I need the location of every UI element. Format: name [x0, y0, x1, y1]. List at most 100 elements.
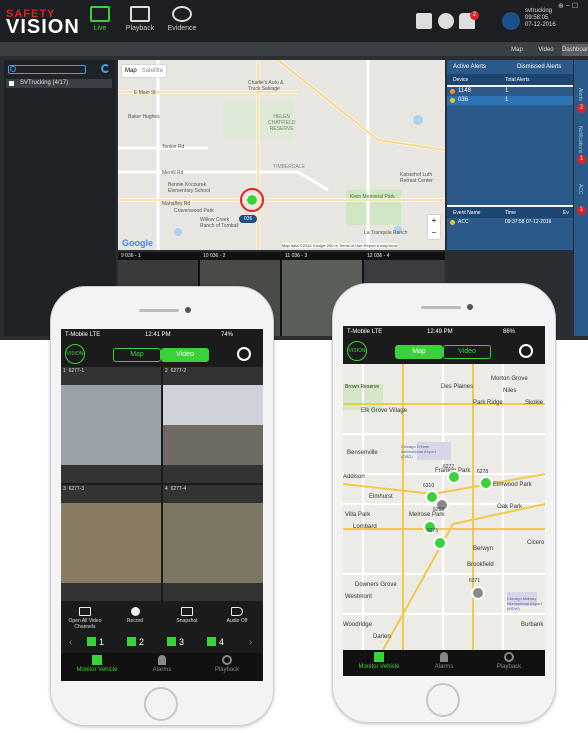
map-label: Skokie [525, 400, 544, 406]
video-tile-label: 4 6277-4 [165, 486, 187, 492]
nav-live-label: Live [93, 25, 107, 32]
video-frame [163, 425, 263, 465]
map-label: HELEN CHATFIELD RESERVE [268, 114, 296, 132]
camera-label: 9 036 - 1 [121, 253, 141, 259]
refresh-icon[interactable] [101, 64, 110, 73]
map-label: Park Ridge [473, 400, 503, 406]
window-controls[interactable]: ⊕ − ☐ [558, 2, 578, 10]
chevron-left-icon[interactable]: ‹ [69, 637, 72, 648]
tab-monitor-vehicle[interactable]: Monitor Vehicle [67, 655, 127, 673]
settings-gear-icon[interactable] [237, 347, 251, 361]
home-button[interactable] [144, 687, 178, 721]
vehicle-pin-icon[interactable] [479, 476, 493, 490]
settings-gear-icon[interactable] [519, 344, 533, 358]
map-label: Downers Grove [355, 582, 397, 588]
camera-label: 10 036 - 2 [203, 253, 226, 259]
chevron-right-icon[interactable]: › [249, 637, 252, 648]
top-toolbar: SAFETY VISION Live Playback Evidence 2 s… [0, 0, 588, 42]
zoom-in-button[interactable]: + [428, 215, 440, 227]
map-label: Villa Park [345, 512, 371, 518]
map-label: Bensenville [347, 450, 378, 456]
tab-playback[interactable]: Playback [479, 652, 539, 670]
event-name[interactable]: ACC [458, 219, 469, 225]
map-label: Woodridge [343, 622, 372, 628]
nav-live-button[interactable]: Live [80, 6, 120, 40]
tab-playback[interactable]: Playback [197, 655, 257, 673]
pin-label: 6278 [477, 469, 489, 475]
video-tile[interactable]: 4 6277-4 [163, 485, 263, 601]
map-label: Baker Hughes [128, 114, 160, 120]
film-reel-icon [222, 655, 232, 665]
video-tile[interactable]: 1 6277-1 [61, 367, 161, 483]
tab-alarms[interactable]: Alarms [414, 652, 474, 670]
alert-row[interactable]: 036 1 [447, 96, 573, 105]
tab-map[interactable]: Map [505, 44, 529, 56]
nav-evidence-label: Evidence [167, 25, 197, 32]
vehicle-pin-icon[interactable] [471, 586, 485, 600]
video-tile-label: 1 6277-1 [63, 368, 85, 374]
tab-dashboard[interactable]: Dashboard [562, 44, 588, 56]
event-dot-icon [450, 220, 455, 225]
alert-total: 1 [505, 97, 509, 103]
camera-icon [181, 607, 193, 616]
pin-label: 6263 [433, 507, 445, 513]
channel-2-toggle[interactable]: 2 [127, 637, 144, 647]
user-avatar[interactable] [502, 12, 520, 30]
alert-dot-icon [450, 89, 455, 94]
tab-monitor-vehicle[interactable]: Monitor Vehicle [349, 652, 409, 670]
video-tile-label: 3 6277-3 [63, 486, 85, 492]
rail-alerts-label[interactable]: Alerts [577, 88, 583, 101]
segment-map[interactable]: Map [395, 345, 443, 359]
record-button[interactable]: Record [113, 607, 157, 624]
vehicle-marker-icon[interactable] [246, 194, 258, 206]
tab-video[interactable]: Video [533, 44, 559, 56]
event-list: ACC 09:37:58 07-12-2016 [447, 218, 573, 250]
tab-active-alerts[interactable]: Active Alerts [453, 64, 486, 70]
fleet-map[interactable]: Morton Grove Des Plaines Niles Park Ridg… [343, 364, 545, 650]
audio-off-button[interactable]: Audio Off [215, 607, 259, 624]
download-icon[interactable] [438, 13, 454, 29]
channel-3-toggle[interactable]: 3 [167, 637, 184, 647]
zoom-out-button[interactable]: − [428, 227, 440, 239]
tab-dismissed-alerts[interactable]: Dismissed Alerts [517, 64, 561, 70]
map-label: TIMBERDALE [273, 164, 305, 170]
vehicle-pin-icon[interactable] [447, 470, 461, 484]
rail-notifications-label[interactable]: Notifications [577, 126, 583, 153]
home-button[interactable] [426, 683, 460, 717]
tab-alarms[interactable]: Alarms [132, 655, 192, 673]
bell-icon [158, 655, 166, 665]
map-tab-satellite[interactable]: Satellite [142, 68, 163, 74]
map-label: Lombard [353, 524, 377, 530]
open-all-channels-button[interactable]: Open All Video Channels [63, 607, 107, 630]
snapshot-button[interactable]: Snapshot [165, 607, 209, 624]
channel-1-toggle[interactable]: 1 [87, 637, 104, 647]
vehicle-pin-icon[interactable] [433, 536, 447, 550]
expand-icon[interactable] [9, 81, 14, 86]
video-tile[interactable]: 3 6277-3 [61, 485, 161, 601]
tree-root-item[interactable]: SVTrucking (4/17) [6, 79, 112, 88]
nav-evidence-button[interactable]: Evidence [162, 6, 202, 40]
segment-map[interactable]: Map [113, 348, 161, 362]
tree-root-label: SVTrucking (4/17) [20, 80, 69, 86]
video-tile[interactable]: 2 6277-2 [163, 367, 263, 483]
camera-label: 11 036 - 3 [285, 253, 308, 259]
channel-4-toggle[interactable]: 4 [207, 637, 224, 647]
map-tab-map[interactable]: Map [125, 68, 137, 74]
left-phone: T-Mobile LTE 12:41 PM 74% VISION Map Vid… [50, 286, 274, 726]
column-total-alerts: Total Alerts [505, 77, 530, 83]
segment-video[interactable]: Video [161, 348, 209, 362]
alert-row[interactable]: 1148 1 [447, 87, 573, 96]
segment-video[interactable]: Video [443, 345, 491, 359]
user-time: 09:58:05 [525, 15, 549, 21]
map-label: Addison [343, 474, 365, 480]
map-view[interactable]: Map Satellite Charlie's Auto & Truck Salv… [118, 60, 445, 250]
video-frame [61, 503, 161, 583]
storage-icon[interactable] [416, 13, 432, 29]
speaker-icon [231, 607, 243, 616]
rail-acc-label[interactable]: ACC [577, 184, 583, 195]
status-time: 12:49 PM [427, 329, 453, 335]
vision-logo-icon: VISION [347, 341, 367, 361]
nav-playback-button[interactable]: Playback [120, 6, 160, 40]
tree-search-input[interactable] [8, 65, 86, 74]
camera-label: 12 036 - 4 [367, 253, 390, 259]
